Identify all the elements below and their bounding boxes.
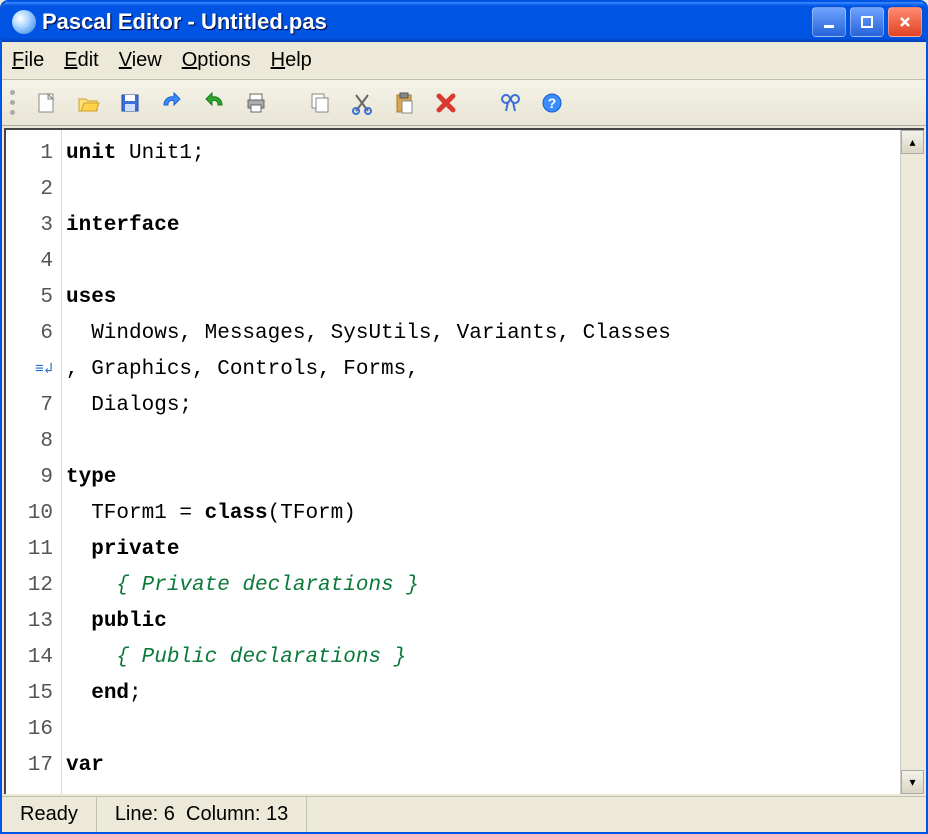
code-line[interactable]: uses (66, 280, 900, 316)
scroll-track[interactable] (901, 154, 924, 770)
new-icon[interactable] (30, 87, 62, 119)
menu-help[interactable]: Help (271, 49, 312, 72)
minimize-button[interactable] (812, 7, 846, 37)
titlebar[interactable]: Pascal Editor - Untitled.pas (2, 2, 926, 42)
line-number: 5 (6, 280, 53, 316)
code-line[interactable]: end; (66, 676, 900, 712)
line-number: 10 (6, 496, 53, 532)
paste-icon[interactable] (388, 87, 420, 119)
line-number: 6 (6, 316, 53, 352)
code-editor[interactable]: unit Unit1; interface uses Windows, Mess… (62, 130, 900, 794)
status-ready: Ready (2, 797, 97, 832)
line-number: 17 (6, 748, 53, 784)
status-position: Line: 6 Column: 13 (97, 797, 307, 832)
code-line[interactable]: , Graphics, Controls, Forms, (66, 352, 900, 388)
code-line[interactable]: public (66, 604, 900, 640)
undo-icon[interactable] (156, 87, 188, 119)
print-icon[interactable] (240, 87, 272, 119)
cut-icon[interactable] (346, 87, 378, 119)
window-title: Pascal Editor - Untitled.pas (42, 9, 812, 35)
toolbar: ? (2, 80, 926, 126)
scroll-up-button[interactable]: ▴ (901, 130, 924, 154)
menu-view[interactable]: View (119, 49, 162, 72)
code-line[interactable]: { Public declarations } (66, 640, 900, 676)
code-line[interactable]: unit Unit1; (66, 136, 900, 172)
line-number: 13 (6, 604, 53, 640)
vertical-scrollbar[interactable]: ▴ ▾ (900, 130, 924, 794)
app-window: Pascal Editor - Untitled.pas File Edit V… (0, 0, 928, 834)
line-number: 1 (6, 136, 53, 172)
line-number: 8 (6, 424, 53, 460)
menu-file[interactable]: File (12, 49, 44, 72)
code-line[interactable]: type (66, 460, 900, 496)
line-number: 12 (6, 568, 53, 604)
line-number: 16 (6, 712, 53, 748)
line-number: 3 (6, 208, 53, 244)
scroll-down-button[interactable]: ▾ (901, 770, 924, 794)
code-line[interactable] (66, 172, 900, 208)
menubar: File Edit View Options Help (2, 42, 926, 80)
delete-icon[interactable] (430, 87, 462, 119)
code-line[interactable]: interface (66, 208, 900, 244)
code-line[interactable] (66, 712, 900, 748)
code-line[interactable]: Dialogs; (66, 388, 900, 424)
line-number: 9 (6, 460, 53, 496)
copy-icon[interactable] (304, 87, 336, 119)
close-button[interactable] (888, 7, 922, 37)
menu-options[interactable]: Options (182, 49, 251, 72)
svg-text:?: ? (548, 95, 557, 111)
code-line[interactable]: TForm1 = class(TForm) (66, 496, 900, 532)
redo-icon[interactable] (198, 87, 230, 119)
code-line[interactable] (66, 244, 900, 280)
line-number: 15 (6, 676, 53, 712)
line-number: 14 (6, 640, 53, 676)
open-icon[interactable] (72, 87, 104, 119)
toolbar-grip[interactable] (10, 88, 16, 118)
find-icon[interactable] (494, 87, 526, 119)
window-controls (812, 7, 922, 37)
status-col-label: Column: (186, 803, 260, 826)
code-line[interactable] (66, 424, 900, 460)
save-icon[interactable] (114, 87, 146, 119)
code-line[interactable]: { Private declarations } (66, 568, 900, 604)
status-line-value: 6 (164, 803, 175, 826)
line-gutter: 123456≡↲7891011121314151617 (6, 130, 62, 794)
line-number: 7 (6, 388, 53, 424)
code-line[interactable]: Windows, Messages, SysUtils, Variants, C… (66, 316, 900, 352)
code-line[interactable]: private (66, 532, 900, 568)
statusbar: Ready Line: 6 Column: 13 (2, 796, 926, 832)
editor-area: 123456≡↲7891011121314151617 unit Unit1; … (4, 128, 924, 794)
help-icon[interactable]: ? (536, 87, 568, 119)
wrap-indicator-icon: ≡↲ (6, 352, 53, 388)
line-number: 2 (6, 172, 53, 208)
menu-edit[interactable]: Edit (64, 49, 98, 72)
status-line-label: Line: (115, 803, 158, 826)
maximize-button[interactable] (850, 7, 884, 37)
line-number: 4 (6, 244, 53, 280)
line-number: 11 (6, 532, 53, 568)
status-col-value: 13 (266, 803, 288, 826)
code-line[interactable]: var (66, 748, 900, 784)
app-icon (12, 10, 36, 34)
